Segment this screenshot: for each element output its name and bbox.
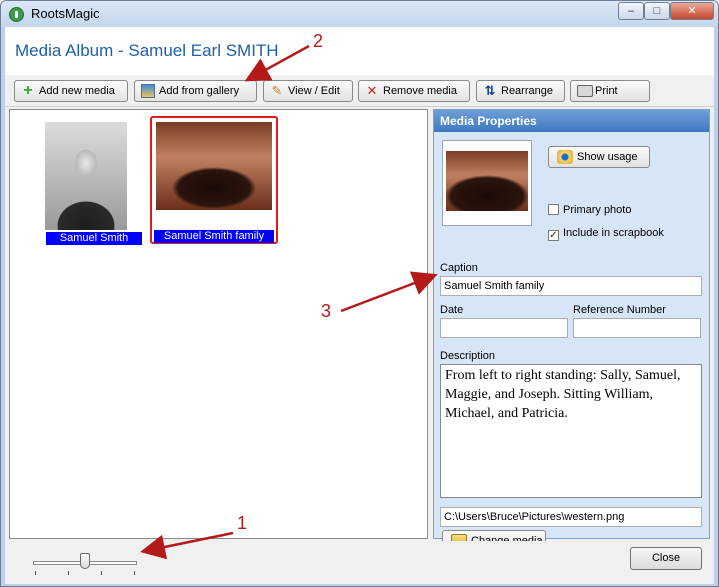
annotation-number-1: 1 — [237, 513, 248, 533]
annotation-arrow-2 — [244, 44, 310, 82]
annotation-number-3: 3 — [321, 301, 332, 321]
annotation-arrow-1 — [140, 531, 234, 560]
annotation-arrows — [140, 44, 438, 560]
media-album-window: RootsMagic – □ ✕ Media Album - Samuel Ea… — [0, 0, 719, 587]
annotation-number-2: 2 — [313, 31, 324, 51]
annotation-arrow-3 — [340, 271, 438, 313]
